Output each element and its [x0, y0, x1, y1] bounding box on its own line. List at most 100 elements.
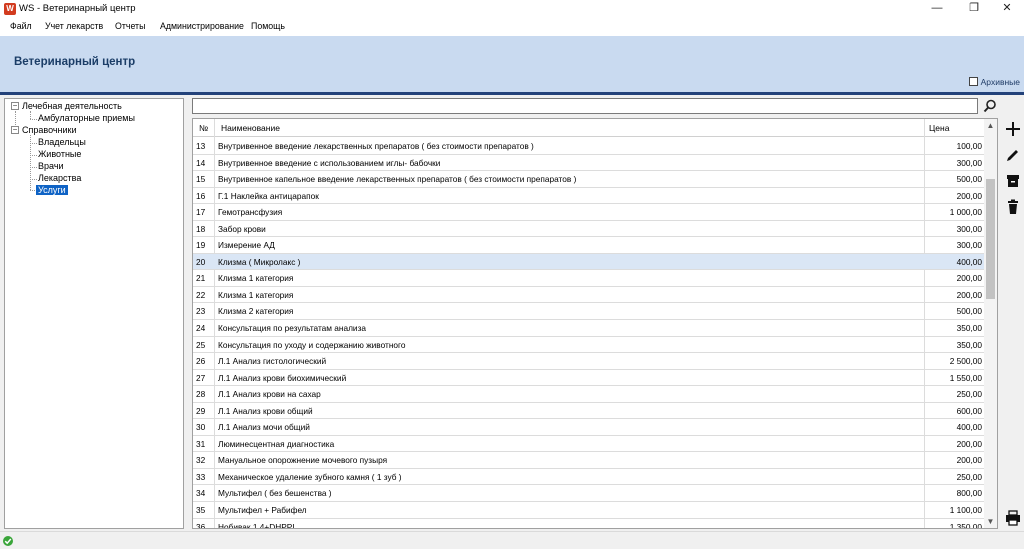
tree-item-doctors[interactable]: Врачи	[38, 161, 64, 171]
tree-item-owners[interactable]: Владельцы	[38, 137, 86, 147]
table-row[interactable]: 28 Л.1 Анализ крови на сахар 250,00	[193, 386, 985, 403]
vertical-scrollbar[interactable]: ▲ ▼	[984, 119, 997, 528]
collapse-toggle-icon[interactable]: −	[11, 126, 19, 134]
table-row[interactable]: 31 Люминесцентная диагностика 200,00	[193, 436, 985, 453]
print-icon	[1006, 510, 1020, 526]
tree-item-drugs[interactable]: Лекарства	[38, 173, 81, 183]
row-number: 28	[196, 389, 206, 400]
close-button[interactable]: ✕	[990, 0, 1024, 18]
row-number: 19	[196, 240, 206, 251]
row-number: 15	[196, 174, 206, 185]
edit-icon	[1007, 150, 1018, 161]
table-row[interactable]: 14 Внутривенное введение с использованием…	[193, 155, 985, 172]
row-number: 26	[196, 356, 206, 367]
table-row[interactable]: 30 Л.1 Анализ мочи общий 400,00	[193, 419, 985, 436]
minimize-button[interactable]: —	[920, 0, 954, 18]
row-service-name: Л.1 Анализ гистологический	[218, 356, 327, 367]
table-row[interactable]: 20 Клизма ( Микролакс ) 400,00	[193, 253, 985, 271]
tree-item-services[interactable]: Услуги	[36, 185, 68, 195]
table-row[interactable]: 13 Внутривенное введение лекарственных пр…	[193, 138, 985, 155]
archive-button[interactable]	[1004, 172, 1022, 190]
row-number: 36	[196, 521, 206, 529]
table-row[interactable]: 33 Механическое удаление зубного камня ( …	[193, 469, 985, 486]
table-row[interactable]: 17 Гемотрансфузия 1 000,00	[193, 204, 985, 221]
delete-button[interactable]	[1004, 198, 1022, 216]
table-row[interactable]: 34 Мультифел ( без бешенства ) 800,00	[193, 485, 985, 503]
maximize-button[interactable]: ❐	[957, 0, 991, 18]
table-row[interactable]: 24 Консультация по результатам анализа 350…	[193, 320, 985, 337]
table-row[interactable]: 26 Л.1 Анализ гистологический 2 500,00	[193, 353, 985, 370]
row-service-name: Внутривенное капельное введение лекарств…	[218, 174, 577, 185]
add-button[interactable]	[1004, 120, 1022, 138]
row-price: 100,00	[956, 141, 982, 151]
menu-administration[interactable]: Администрирование	[160, 21, 244, 31]
table-body: 13 Внутривенное введение лекарственных пр…	[193, 138, 985, 529]
row-number: 14	[196, 157, 206, 168]
menu-file[interactable]: Файл	[10, 21, 32, 31]
status-bar	[0, 531, 1024, 549]
add-icon	[1006, 122, 1020, 136]
row-number: 34	[196, 488, 206, 499]
row-price: 400,00	[956, 256, 982, 267]
row-price: 200,00	[956, 190, 982, 201]
menu-help[interactable]: Помощь	[251, 21, 285, 31]
table-row[interactable]: 25 Консультация по уходу и содержанию жив…	[193, 337, 985, 354]
row-service-name: Измерение АД	[218, 240, 275, 251]
scrollbar-thumb[interactable]	[986, 179, 995, 299]
table-row[interactable]: 27 Л.1 Анализ крови биохимический 1 550,00	[193, 370, 985, 387]
column-header-number[interactable]: №	[199, 123, 208, 133]
table-row[interactable]: 29 Л.1 Анализ крови общий 600,00	[193, 403, 985, 420]
row-price: 250,00	[956, 471, 982, 482]
edit-button[interactable]	[1004, 146, 1022, 164]
table-row[interactable]: 22 Клизма 1 категория 200,00	[193, 287, 985, 304]
row-price: 600,00	[956, 405, 982, 416]
row-service-name: Клизма 1 категория	[218, 273, 294, 284]
table-row[interactable]: 21 Клизма 1 категория 200,00	[193, 270, 985, 287]
archive-checkbox[interactable]: Архивные	[968, 77, 1020, 87]
menu-drug-accounting[interactable]: Учет лекарств	[45, 21, 103, 31]
collapse-toggle-icon[interactable]: −	[11, 102, 19, 110]
row-number: 13	[196, 141, 206, 151]
table-row[interactable]: 15 Внутривенное капельное введение лекарс…	[193, 171, 985, 188]
table-row[interactable]: 32 Мануальное опорожнение мочевого пузыря…	[193, 452, 985, 469]
tree-connector	[30, 167, 37, 168]
table-row[interactable]: 36 Нобивак 1,4+DHPPI 1 350,00	[193, 519, 985, 529]
header-banner: Ветеринарный центр Архивные	[0, 36, 1024, 92]
table-row[interactable]: 16 Г.1 Наклейка антицарапок 200,00	[193, 188, 985, 205]
row-price: 1 000,00	[949, 207, 982, 218]
column-header-price[interactable]: Цена	[929, 123, 949, 133]
search-button[interactable]	[982, 98, 998, 114]
table-row[interactable]: 19 Измерение АД 300,00	[193, 237, 985, 254]
table-row[interactable]: 23 Клизма 2 категория 500,00	[193, 303, 985, 321]
archive-label: Архивные	[980, 77, 1020, 87]
tree-item-appointments[interactable]: Амбулаторные приемы	[38, 113, 135, 123]
table-row[interactable]: 18 Забор крови 300,00	[193, 221, 985, 238]
row-service-name: Л.1 Анализ мочи общий	[218, 422, 310, 433]
row-service-name: Гемотрансфузия	[218, 207, 283, 218]
row-service-name: Мультифел ( без бешенства )	[218, 488, 332, 499]
tree-item-animals[interactable]: Животные	[38, 149, 81, 159]
row-service-name: Клизма 1 категория	[218, 289, 294, 300]
row-number: 20	[196, 256, 206, 267]
tree-item-label: Амбулаторные приемы	[38, 113, 135, 123]
row-service-name: Механическое удаление зубного камня ( 1 …	[218, 471, 402, 482]
tree-connector	[30, 119, 37, 120]
row-price: 250,00	[956, 389, 982, 400]
search-icon	[983, 99, 996, 113]
window-title: WS - Ветеринарный центр	[19, 3, 136, 14]
scroll-up-icon[interactable]: ▲	[984, 119, 997, 132]
search-input[interactable]	[192, 98, 978, 114]
page-title: Ветеринарный центр	[14, 56, 136, 68]
scroll-down-icon[interactable]: ▼	[984, 515, 997, 528]
row-service-name: Люминесцентная диагностика	[218, 438, 335, 449]
tree-item-treatment[interactable]: Лечебная деятельность	[22, 101, 122, 111]
tree-connector	[30, 111, 31, 119]
tree-item-label: Животные	[38, 149, 82, 159]
print-button[interactable]	[1004, 509, 1022, 527]
tree-item-directories[interactable]: Справочники	[22, 125, 77, 135]
menu-reports[interactable]: Отчеты	[115, 21, 145, 31]
checkbox-box[interactable]	[968, 77, 978, 86]
tree-connector	[30, 155, 37, 156]
column-header-name[interactable]: Наименование	[221, 123, 280, 133]
table-row[interactable]: 35 Мультифел + Рабифел 1 100,00	[193, 502, 985, 519]
